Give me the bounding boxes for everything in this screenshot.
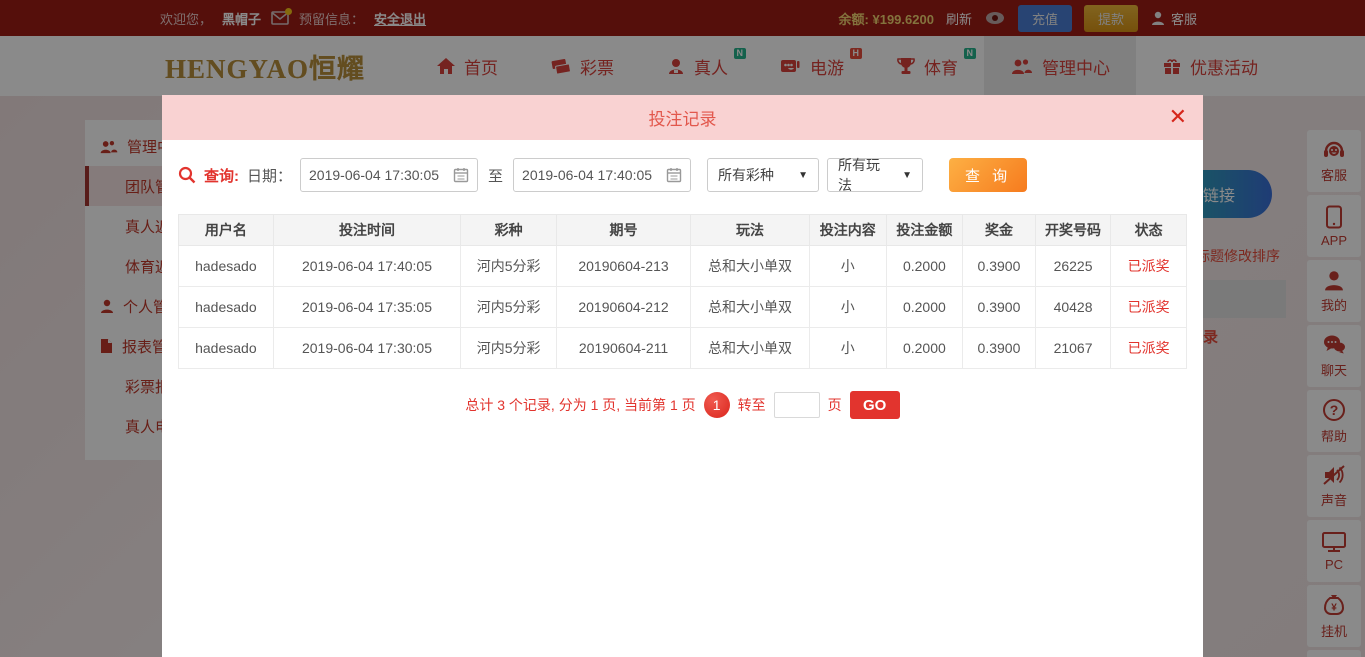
- query-label: 查询:: [204, 165, 239, 186]
- col-bet-amount: 投注金额: [886, 215, 963, 246]
- query-form: 查询: 日期： 至 所有彩种 ▼ 所有玩法 ▼ 查 询: [178, 158, 1187, 192]
- status-badge: 已派奖: [1111, 328, 1187, 369]
- pagination-summary: 总计 3 个记录, 分为 1 页, 当前第 1 页: [465, 395, 695, 415]
- table-header-row: 用户名 投注时间 彩种 期号 玩法 投注内容 投注金额 奖金 开奖号码 状态: [179, 215, 1187, 246]
- table-row: hadesado 2019-06-04 17:40:05 河内5分彩 20190…: [179, 246, 1187, 287]
- table-row: hadesado 2019-06-04 17:35:05 河内5分彩 20190…: [179, 287, 1187, 328]
- calendar-icon[interactable]: [666, 167, 682, 183]
- search-icon: [178, 166, 196, 184]
- col-bet-content: 投注内容: [809, 215, 886, 246]
- page-unit-label: 页: [828, 395, 842, 415]
- col-status: 状态: [1111, 215, 1187, 246]
- page-number-button[interactable]: 1: [704, 392, 730, 418]
- status-badge: 已派奖: [1111, 246, 1187, 287]
- col-issue: 期号: [556, 215, 690, 246]
- go-button[interactable]: GO: [850, 391, 900, 419]
- query-submit-button[interactable]: 查 询: [949, 158, 1027, 192]
- col-bet-time: 投注时间: [273, 215, 460, 246]
- date-to-separator: 至: [488, 165, 503, 186]
- lottery-type-select[interactable]: 所有彩种 ▼: [707, 158, 819, 192]
- bet-records-modal: 投注记录 ✕ 查询: 日期： 至 所有彩种 ▼ 所有玩法 ▼: [162, 95, 1203, 657]
- table-row: hadesado 2019-06-04 17:30:05 河内5分彩 20190…: [179, 328, 1187, 369]
- close-icon[interactable]: ✕: [1169, 103, 1187, 131]
- date-to-wrapper: [513, 158, 691, 192]
- chevron-down-icon: ▼: [902, 170, 912, 181]
- date-from-wrapper: [300, 158, 478, 192]
- pagination: 总计 3 个记录, 分为 1 页, 当前第 1 页 1 转至 页 GO: [178, 391, 1187, 419]
- col-prize: 奖金: [963, 215, 1036, 246]
- date-from-input[interactable]: [309, 167, 447, 183]
- col-play: 玩法: [691, 215, 810, 246]
- bet-records-table: 用户名 投注时间 彩种 期号 玩法 投注内容 投注金额 奖金 开奖号码 状态 h…: [178, 214, 1187, 369]
- date-label: 日期：: [247, 165, 292, 186]
- date-to-input[interactable]: [522, 167, 660, 183]
- col-draw-number: 开奖号码: [1035, 215, 1111, 246]
- goto-label: 转至: [738, 395, 766, 415]
- play-type-select[interactable]: 所有玩法 ▼: [827, 158, 923, 192]
- col-lottery: 彩种: [461, 215, 557, 246]
- modal-title: 投注记录: [649, 105, 717, 130]
- chevron-down-icon: ▼: [798, 170, 808, 181]
- calendar-icon[interactable]: [453, 167, 469, 183]
- goto-page-input[interactable]: [774, 392, 820, 418]
- status-badge: 已派奖: [1111, 287, 1187, 328]
- col-username: 用户名: [179, 215, 274, 246]
- modal-header: 投注记录 ✕: [162, 95, 1203, 140]
